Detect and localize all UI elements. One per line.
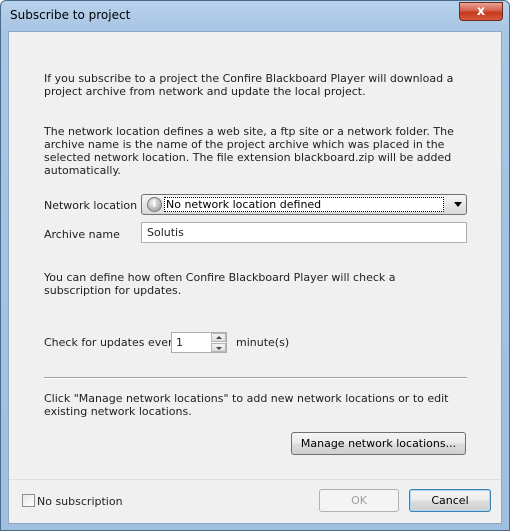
manage-network-locations-button[interactable]: Manage network locations... xyxy=(291,432,466,455)
update-frequency-description: You can define how often Confire Blackbo… xyxy=(44,271,396,297)
manage-locations-description: Click "Manage network locations" to add … xyxy=(44,392,449,418)
info-icon: i xyxy=(147,197,162,212)
chevron-down-icon xyxy=(454,202,462,207)
update-interval-stepper[interactable]: 1 xyxy=(171,332,227,353)
no-subscription-checkbox[interactable] xyxy=(22,494,35,507)
spin-up-button[interactable] xyxy=(211,333,226,342)
subscribe-dialog: Subscribe to project x If you subscribe … xyxy=(0,0,510,531)
archive-name-label: Archive name xyxy=(44,228,120,241)
no-subscription-label[interactable]: No subscription xyxy=(37,495,123,508)
close-icon: x xyxy=(476,4,486,19)
update-interval-value[interactable]: 1 xyxy=(176,336,183,349)
dialog-client-area: If you subscribe to a project the Confir… xyxy=(8,31,502,524)
network-location-dropdown[interactable]: i No network location defined xyxy=(141,194,467,215)
window-title: Subscribe to project xyxy=(10,8,131,22)
interval-unit-label: minute(s) xyxy=(236,336,290,349)
check-updates-label: Check for updates every xyxy=(44,336,180,349)
dialog-footer: No subscription OK Cancel xyxy=(9,479,501,523)
network-location-description: The network location defines a web site,… xyxy=(44,125,454,177)
title-bar[interactable]: Subscribe to project x xyxy=(1,1,509,31)
section-divider xyxy=(44,377,467,379)
archive-name-input[interactable]: Solutis xyxy=(141,222,467,243)
spin-down-button[interactable] xyxy=(211,343,226,352)
content-panel: If you subscribe to a project the Confir… xyxy=(9,32,501,479)
cancel-button[interactable]: Cancel xyxy=(409,489,491,512)
network-location-selected-value: No network location defined xyxy=(164,197,444,212)
intro-paragraph: If you subscribe to a project the Confir… xyxy=(44,72,454,98)
ok-button[interactable]: OK xyxy=(319,489,399,512)
close-button[interactable]: x xyxy=(459,2,503,21)
network-location-label: Network location xyxy=(44,199,138,212)
